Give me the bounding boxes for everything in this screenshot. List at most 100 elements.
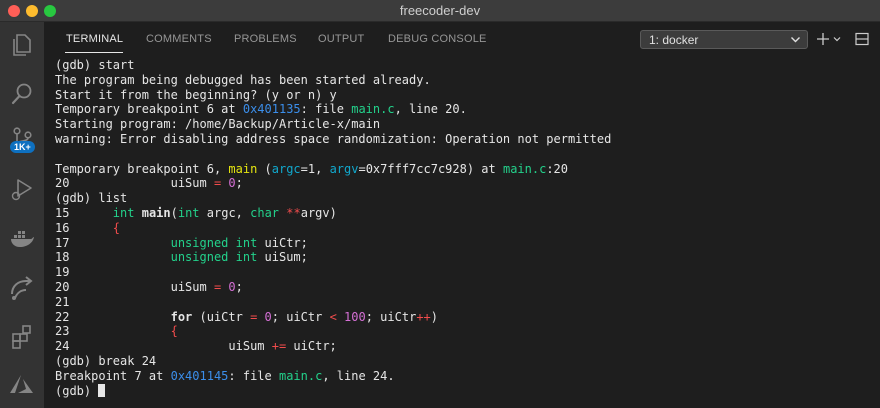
terminal-text: ( — [257, 161, 272, 176]
terminal-line: 17 unsigned int uiCtr; — [55, 236, 874, 251]
active-tab-indicator — [65, 52, 123, 53]
terminal-text: argv — [329, 161, 359, 176]
terminal-line: Temporary breakpoint 6, main (argc=1, ar… — [55, 162, 874, 177]
terminal-line: 19 — [55, 265, 874, 280]
extensions-icon[interactable] — [6, 320, 38, 352]
terminal-text: 19 — [55, 265, 70, 280]
terminal-text: int — [112, 205, 135, 220]
terminal-text: =1, — [300, 161, 330, 176]
terminal-text: ; uiCtr — [365, 309, 417, 324]
tab-output[interactable]: OUTPUT — [318, 33, 364, 45]
terminal-text: argc — [271, 161, 301, 176]
terminal-text: 17 — [55, 235, 171, 250]
terminal-panel: TERMINAL COMMENTS PROBLEMS OUTPUT DEBUG … — [44, 22, 880, 408]
remote-explorer-icon[interactable] — [6, 272, 38, 304]
plus-icon[interactable] — [815, 31, 831, 47]
terminal-text: argc, — [199, 205, 251, 220]
terminal-text: main.c — [351, 102, 395, 117]
explorer-icon[interactable] — [6, 28, 38, 60]
terminal-line: 23 { — [55, 324, 874, 339]
terminal-text: < — [329, 309, 337, 324]
terminal-line: 22 for (uiCtr = 0; uiCtr < 100; uiCtr++) — [55, 310, 874, 325]
terminal-text: 0x401135 — [242, 102, 301, 117]
terminal-text: Starting program: /home/Backup/Article-x… — [55, 117, 381, 132]
terminal-text: { — [112, 220, 121, 235]
terminal-line: (gdb) start — [55, 58, 874, 73]
terminal-select[interactable]: 1: docker — [640, 30, 808, 49]
terminal-text: , line 20. — [394, 102, 467, 117]
terminal-text: 23 — [55, 324, 171, 339]
terminal-text: 22 — [55, 309, 171, 324]
terminal-text: uiSum; — [257, 250, 308, 265]
terminal-text: (uiCtr — [192, 309, 251, 324]
search-icon[interactable] — [6, 78, 38, 110]
docker-icon[interactable] — [6, 222, 38, 254]
activity-bar: 1K+ — [0, 22, 44, 408]
terminal-line: warning: Error disabling address space r… — [55, 132, 874, 147]
terminal-line: 18 unsigned int uiSum; — [55, 250, 874, 265]
terminal-text: 16 — [55, 220, 113, 235]
terminal-text: 0 — [264, 309, 272, 324]
terminal-text: unsigned int — [170, 250, 258, 265]
terminal-text: main.c — [502, 161, 547, 176]
terminal-text: uiCtr; — [286, 339, 337, 354]
run-debug-icon[interactable] — [6, 172, 38, 204]
terminal-text: += — [271, 339, 287, 354]
terminal-text: for — [170, 309, 193, 324]
terminal-text: uiCtr; — [257, 235, 308, 250]
terminal-text: : file — [228, 368, 279, 383]
chevron-down-icon[interactable] — [832, 31, 842, 47]
terminal-text: 100 — [344, 309, 366, 324]
terminal-text: ** — [286, 205, 301, 220]
terminal-line: 24 uiSum += uiCtr; — [55, 339, 874, 354]
tab-comments[interactable]: COMMENTS — [146, 33, 212, 45]
terminal-text: (gdb) break 24 — [55, 353, 157, 368]
terminal-text: 20 uiSum — [55, 176, 214, 191]
terminal-text: int — [177, 205, 200, 220]
terminal-line: The program being debugged has been star… — [55, 73, 874, 88]
terminal-line: 20 uiSum = 0; — [55, 176, 874, 191]
azure-icon[interactable] — [6, 368, 38, 400]
terminal-text: ( — [170, 205, 178, 220]
terminal-text: warning: Error disabling address space r… — [55, 131, 612, 146]
terminal-text: Temporary breakpoint 6 at — [55, 102, 243, 117]
source-control-badge: 1K+ — [10, 141, 35, 153]
terminal-output[interactable]: (gdb) start The program being debugged ha… — [55, 58, 874, 408]
terminal-text: 0 — [228, 176, 236, 191]
terminal-line: Starting program: /home/Backup/Article-x… — [55, 117, 874, 132]
terminal-text: : file — [300, 102, 352, 117]
terminal-line: 16 { — [55, 221, 874, 236]
split-terminal-icon[interactable] — [854, 31, 870, 47]
terminal-text: ; — [235, 279, 243, 294]
terminal-text: (gdb) start — [55, 58, 135, 72]
terminal-text: ; — [235, 176, 243, 191]
terminal-line: (gdb) break 24 — [55, 354, 874, 369]
terminal-text: 15 — [55, 205, 113, 220]
terminal-text: ) — [430, 309, 438, 324]
terminal-text: The program being debugged has been star… — [55, 72, 431, 87]
tab-terminal[interactable]: TERMINAL — [66, 33, 123, 45]
terminal-line: Breakpoint 7 at 0x401145: file main.c, l… — [55, 369, 874, 384]
terminal-text: Temporary breakpoint 6, — [55, 161, 229, 176]
terminal-text: 0 — [228, 279, 236, 294]
title-bar: freecoder-dev — [0, 0, 880, 22]
tab-debug-console[interactable]: DEBUG CONSOLE — [388, 33, 487, 45]
terminal-line: 15 int main(int argc, char **argv) — [55, 206, 874, 221]
terminal-text: { — [170, 324, 178, 339]
terminal-text: Start it from the beginning? (y or n) y — [55, 87, 337, 102]
terminal-select-value: 1: docker — [649, 33, 699, 47]
chevron-down-icon — [790, 34, 801, 45]
terminal-text: , line 24. — [322, 368, 395, 383]
terminal-line: (gdb) — [55, 383, 874, 399]
terminal-line: (gdb) list — [55, 191, 874, 206]
terminal-text: 24 uiSum — [55, 339, 272, 354]
terminal-text: main — [228, 161, 258, 176]
terminal-text: 0x401145 — [170, 368, 229, 383]
terminal-line: 21 — [55, 295, 874, 310]
terminal-text: unsigned int — [170, 235, 258, 250]
tab-problems[interactable]: PROBLEMS — [234, 33, 297, 45]
